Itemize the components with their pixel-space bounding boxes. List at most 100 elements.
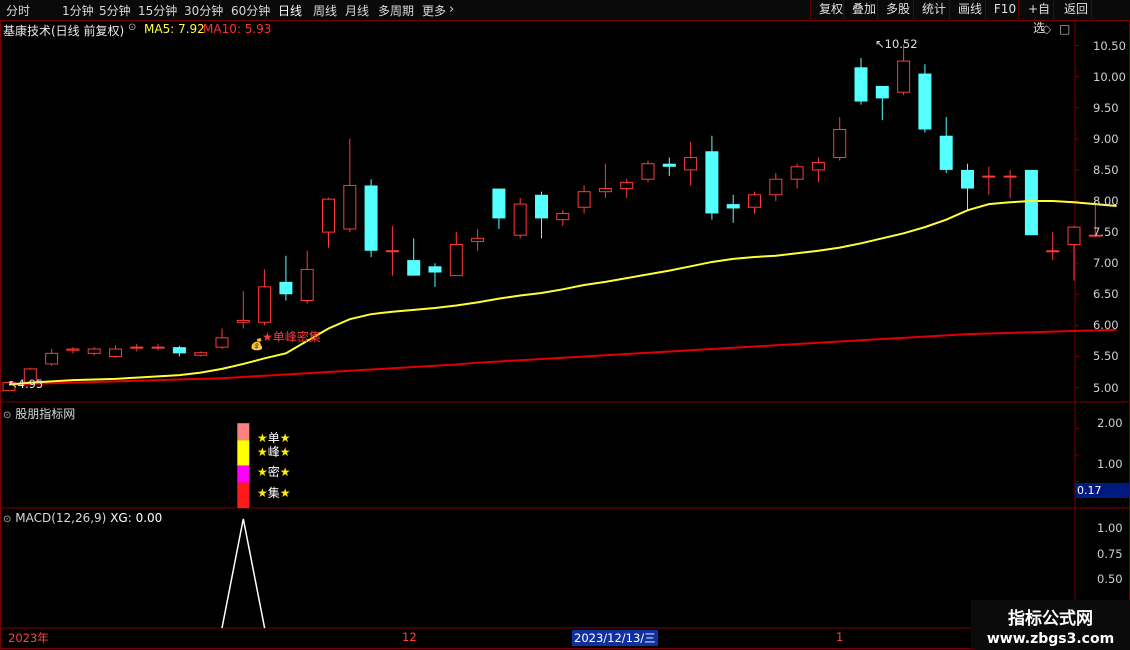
candle-body-down <box>662 163 676 167</box>
moving-average-lines <box>8 200 1117 386</box>
candle-body-down <box>407 260 421 276</box>
signal-char-3: ★密★ <box>257 465 291 479</box>
candle-body-down <box>428 266 442 273</box>
candle-body-up <box>258 286 272 323</box>
candle-body-up <box>109 348 122 357</box>
price-tick-label: 9.50 <box>1093 100 1119 115</box>
candle-body-up <box>1067 226 1081 246</box>
candle-body-down <box>705 151 719 214</box>
diamond-icon[interactable]: ◇ <box>1042 22 1051 36</box>
watermark-url: www.zbgs3.com <box>986 631 1115 647</box>
price-tick-label: 5.00 <box>1093 380 1119 395</box>
candle-body-up <box>215 337 229 348</box>
candle-body-up <box>385 250 399 253</box>
candle-body-down <box>726 204 740 209</box>
high-arrow-icon: ↖ <box>875 37 885 51</box>
candle-body-down <box>492 188 506 219</box>
candle-body-down <box>535 194 548 219</box>
candle-body-up <box>982 175 996 178</box>
kline-chart[interactable] <box>0 0 1130 650</box>
candle-body-up <box>598 188 612 193</box>
candle-body-up <box>1003 175 1017 178</box>
price-tick-label: 9.00 <box>1093 131 1119 146</box>
price-tick-label: 6.00 <box>1093 318 1119 333</box>
candle-body-up <box>577 191 591 208</box>
candle-body-up <box>449 244 463 277</box>
candle-body-up <box>343 184 357 230</box>
high-price-annotation: ↖10.52 <box>875 37 918 51</box>
candle-body-up <box>790 166 804 180</box>
price-tick-label: 10.50 <box>1093 38 1126 53</box>
price-tick-label: 6.50 <box>1093 287 1119 302</box>
candle-body-down <box>961 169 974 189</box>
indicator-bar-segment <box>237 440 250 466</box>
square-icon[interactable]: □ <box>1059 22 1070 36</box>
price-tick-label: 8.50 <box>1093 162 1119 177</box>
candle-body-up <box>194 352 208 356</box>
indicator-bar-segment <box>237 482 250 508</box>
candle-body-up <box>748 194 761 208</box>
candle-body-up <box>236 319 250 323</box>
candle-body-up <box>66 348 80 351</box>
candle-body-up <box>684 156 698 171</box>
date-label: 12 <box>402 630 417 644</box>
indicator-value-badge: 0.17 <box>1075 483 1129 498</box>
settings-chevron-icon[interactable]: ⊙ <box>128 22 136 33</box>
ma10-legend: MA10: 5.93 <box>203 22 272 36</box>
low-arrow-icon: ↖ <box>8 377 18 391</box>
signal-label: ★单峰密集 <box>262 330 321 344</box>
indicator-bar-segment <box>237 465 250 483</box>
indicator-title: ⊙ 股朋指标网 <box>3 407 76 421</box>
candle-body-up <box>513 203 527 236</box>
settings-chevron-icon[interactable]: ⊙ <box>3 514 11 525</box>
candle-body-down <box>1024 169 1038 236</box>
cursor-date-label: 2023/12/13/三 <box>572 630 658 646</box>
candle-body-up <box>620 181 634 190</box>
candle-body-up <box>471 237 485 242</box>
candle-body-up <box>556 212 570 221</box>
macd-xg-line <box>221 518 266 629</box>
low-price-annotation: ↖4.95 <box>8 377 44 391</box>
indicator-bar-segment <box>237 423 250 441</box>
price-tick-label: 7.00 <box>1093 256 1119 271</box>
date-label: 1 <box>836 630 844 644</box>
candle-body-up <box>811 161 825 171</box>
price-tick-label: 5.50 <box>1093 349 1119 364</box>
price-tick-label: 10.00 <box>1093 69 1126 84</box>
date-label: 2023年 <box>8 631 49 645</box>
candle-body-up <box>833 128 847 158</box>
candle-body-up <box>641 163 655 180</box>
candle-body-up <box>151 346 165 349</box>
site-watermark: 指标公式网 www.zbgs3.com <box>971 600 1130 650</box>
candle-body-up <box>1046 250 1060 253</box>
candle-body-down <box>854 67 868 102</box>
candle-body-down <box>279 281 293 295</box>
candle-body-down <box>939 135 953 170</box>
candle-body-up <box>300 268 314 302</box>
stock-title: 基康技术(日线 前复权) <box>3 24 125 38</box>
candle-body-down <box>172 347 186 354</box>
xg-signal-line <box>221 518 266 629</box>
candle-body-up <box>769 178 783 196</box>
candle-body-up <box>322 198 335 233</box>
signal-char-4: ★集★ <box>257 486 291 500</box>
candle-body-down <box>364 185 378 251</box>
ma5-legend: MA5: 7.92 <box>144 22 205 36</box>
indicator-tick: 1.00 <box>1097 457 1123 471</box>
candle-body-up <box>130 346 144 349</box>
indicator-tick: 2.00 <box>1097 416 1123 430</box>
price-tick-label: 8.00 <box>1093 194 1119 208</box>
candle-body-down <box>875 85 889 99</box>
macd-tick: 0.75 <box>1097 547 1123 561</box>
indicator-bars <box>237 423 250 508</box>
candle-body-down <box>918 73 932 130</box>
macd-tick: 1.00 <box>1097 521 1123 535</box>
macd-title: ⊙ MACD(12,26,9) XG: 0.00 <box>3 511 163 525</box>
macd-tick: 0.50 <box>1097 572 1123 586</box>
price-tick-label: 7.50 <box>1093 225 1119 240</box>
watermark-title: 指标公式网 <box>1008 609 1093 629</box>
candlestick-series <box>2 44 1102 392</box>
candle-body-up <box>87 348 101 354</box>
settings-chevron-icon[interactable]: ⊙ <box>3 410 11 421</box>
candle-body-up <box>897 60 911 93</box>
